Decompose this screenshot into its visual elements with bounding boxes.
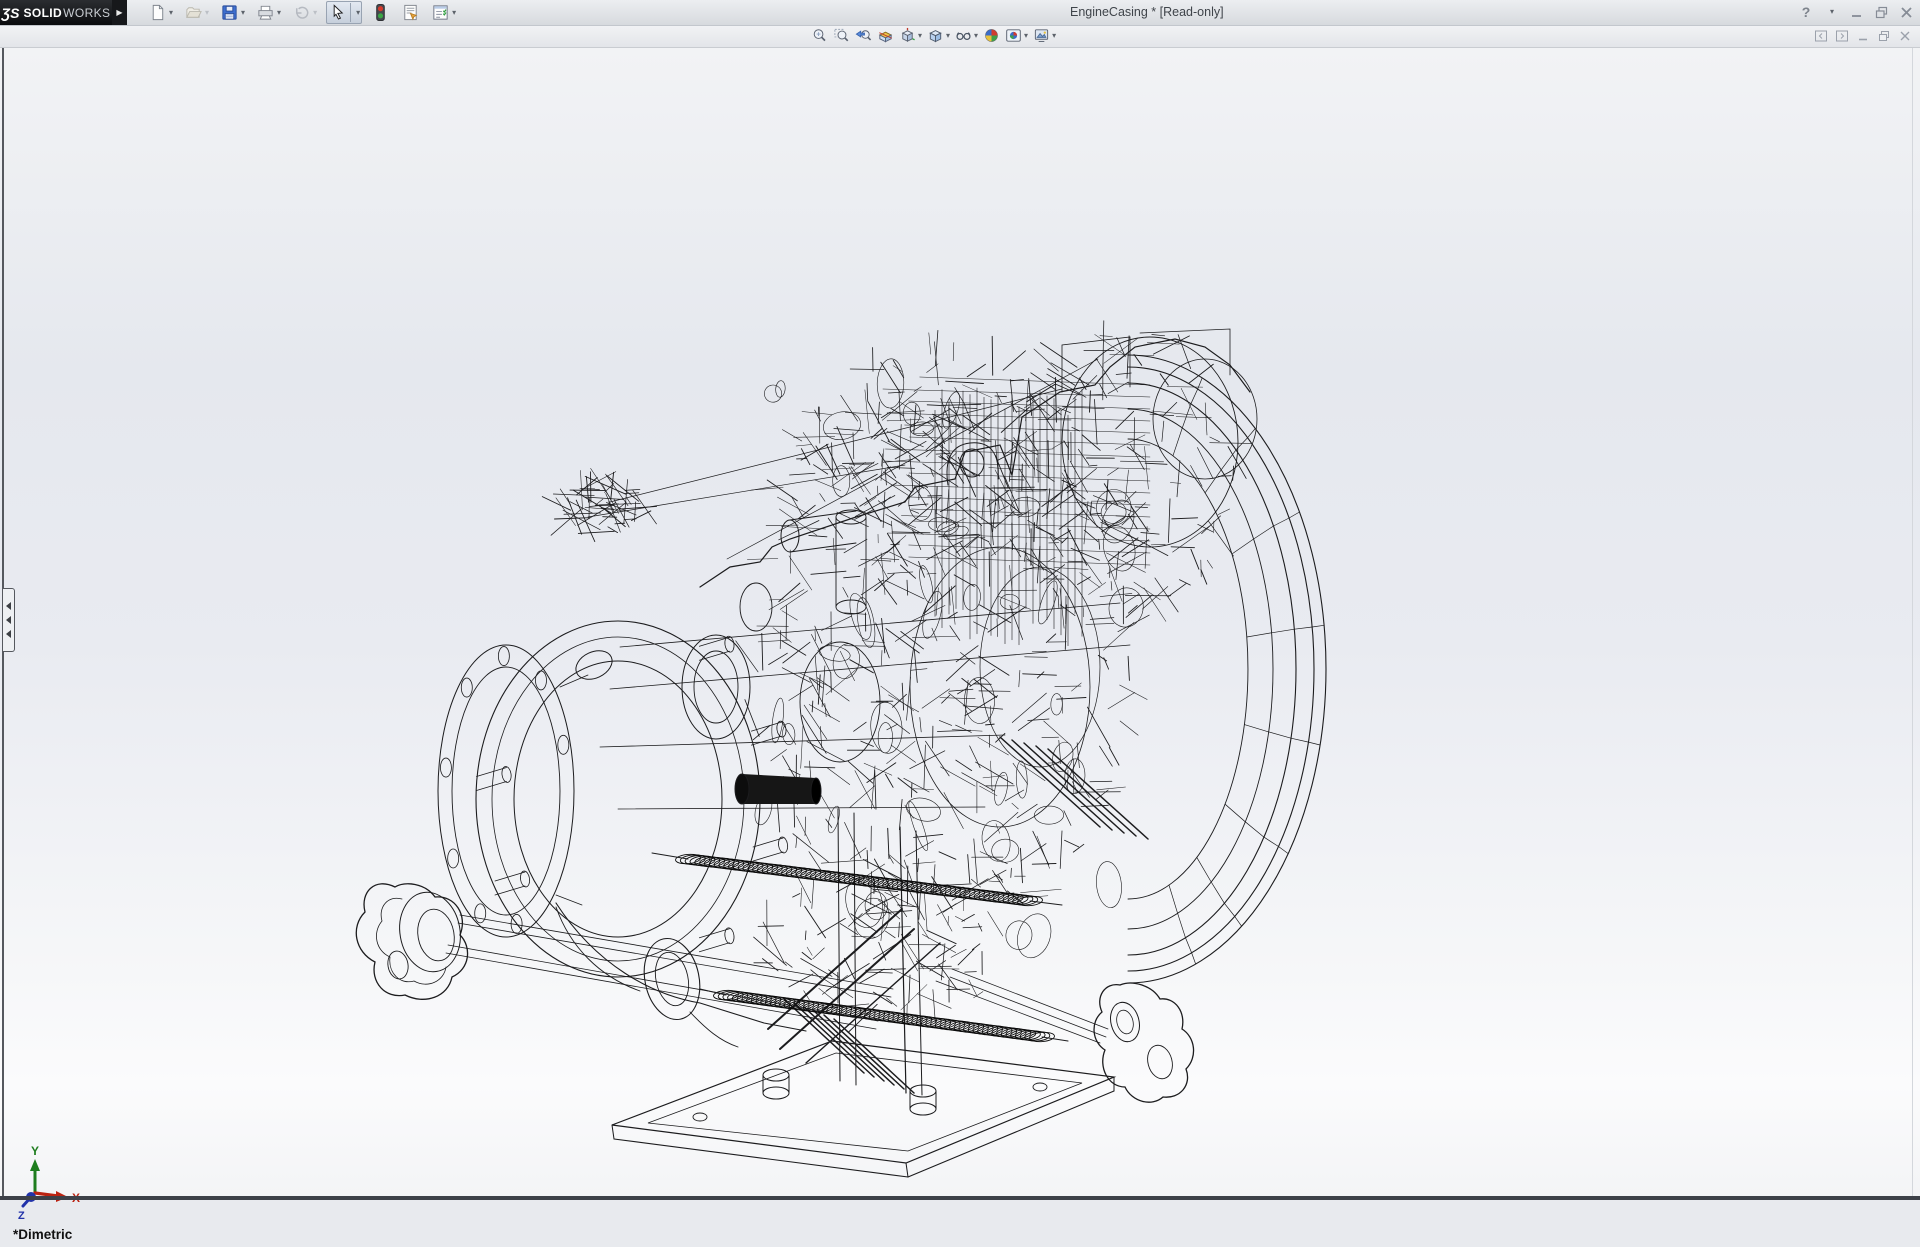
open-icon bbox=[184, 3, 203, 22]
display-style-button[interactable]: ▾ bbox=[926, 27, 951, 44]
orientation-icon bbox=[899, 27, 916, 44]
wireframe-model-engine-casing: Y X Z bbox=[0, 47, 1920, 1247]
headsup-view-toolbar: ▾ ▾ ▾ ▾ ▾ bbox=[810, 27, 1057, 44]
apply-scene-button[interactable]: ▾ bbox=[1004, 27, 1029, 44]
rebuild-icon bbox=[371, 3, 390, 22]
zoom-to-fit-button[interactable] bbox=[810, 27, 829, 44]
minimize-icon bbox=[1849, 5, 1864, 20]
rebuild-traffic-light-button[interactable] bbox=[369, 1, 392, 24]
new-document-button[interactable]: ▾ bbox=[146, 1, 175, 24]
select-icon bbox=[328, 3, 347, 22]
display-style-dropdown-caret[interactable]: ▾ bbox=[946, 32, 950, 40]
doc-close-icon bbox=[1898, 29, 1912, 43]
brand-name-light: WORKS bbox=[63, 6, 110, 20]
print-button[interactable]: ▾ bbox=[254, 1, 283, 24]
options-button[interactable]: ▾ bbox=[429, 1, 458, 24]
print-icon bbox=[256, 3, 275, 22]
view-settings-icon bbox=[1033, 27, 1050, 44]
view-orientation-dropdown-caret[interactable]: ▾ bbox=[918, 32, 922, 40]
brand-name-bold: SOLID bbox=[23, 6, 62, 20]
select-dropdown-caret[interactable]: ▾ bbox=[356, 9, 360, 17]
restore-icon bbox=[1874, 5, 1889, 20]
zoom-area-icon bbox=[833, 27, 850, 44]
previous-view-button[interactable] bbox=[854, 27, 873, 44]
undo-dropdown-caret[interactable]: ▾ bbox=[313, 9, 317, 17]
options-dropdown-caret[interactable]: ▾ bbox=[452, 9, 456, 17]
save-dropdown-caret[interactable]: ▾ bbox=[241, 9, 245, 17]
doc-restore-button[interactable] bbox=[1877, 29, 1891, 43]
help-button[interactable]: ? bbox=[1798, 3, 1814, 21]
appearance-icon bbox=[983, 27, 1000, 44]
title-bar: ƷS SOLID WORKS ▶ ▾ ▾ ▾ ▾ ▾ ▾ ▾ EngineCasing * … bbox=[0, 0, 1920, 26]
hide-show-items-dropdown-caret[interactable]: ▾ bbox=[974, 32, 978, 40]
view-settings-dropdown-caret[interactable]: ▾ bbox=[1052, 32, 1056, 40]
prev-view-icon bbox=[855, 27, 872, 44]
help-icon: ? bbox=[1802, 4, 1811, 20]
svg-text:Z: Z bbox=[18, 1210, 25, 1222]
expand-pane-icon bbox=[1835, 29, 1849, 43]
collapse-arrow-icon bbox=[6, 616, 11, 624]
open-button[interactable]: ▾ bbox=[182, 1, 211, 24]
status-bar-edge bbox=[0, 1196, 1920, 1200]
window-right-border bbox=[1912, 47, 1913, 1196]
restore-button[interactable] bbox=[1873, 3, 1889, 21]
zoom-to-area-button[interactable] bbox=[832, 27, 851, 44]
menu-flyout-arrow[interactable]: ▶ bbox=[112, 0, 127, 25]
view-orientation-button[interactable]: ▾ bbox=[898, 27, 923, 44]
ds-logo-icon: ƷS bbox=[2, 5, 20, 21]
section-view-button[interactable] bbox=[876, 27, 895, 44]
options-icon bbox=[431, 3, 450, 22]
doc-minimize-button[interactable] bbox=[1856, 29, 1870, 43]
dropdown-caret-box[interactable]: ▾ bbox=[350, 3, 360, 22]
close-button[interactable] bbox=[1898, 3, 1914, 21]
hide-show-items-button[interactable]: ▾ bbox=[954, 27, 979, 44]
save-button[interactable]: ▾ bbox=[218, 1, 247, 24]
undo-icon bbox=[292, 3, 311, 22]
help-dropdown-caret: ▾ bbox=[1830, 8, 1834, 16]
section-icon bbox=[877, 27, 894, 44]
collapse-pane-icon bbox=[1814, 29, 1828, 43]
open-dropdown-caret[interactable]: ▾ bbox=[205, 9, 209, 17]
scene-icon bbox=[1005, 27, 1022, 44]
minimize-button[interactable] bbox=[1848, 3, 1864, 21]
new-icon bbox=[148, 3, 167, 22]
collapse-arrow-icon bbox=[6, 630, 11, 638]
doc-close-button[interactable] bbox=[1898, 29, 1912, 43]
close-icon bbox=[1899, 5, 1914, 20]
expand-pane-button[interactable] bbox=[1835, 29, 1849, 43]
collapse-pane-button[interactable] bbox=[1814, 29, 1828, 43]
new-document-dropdown-caret[interactable]: ▾ bbox=[169, 9, 173, 17]
display-style-icon bbox=[927, 27, 944, 44]
help-dropdown-button[interactable]: ▾ bbox=[1823, 3, 1839, 21]
select-button[interactable]: ▾ bbox=[326, 1, 362, 24]
document-window-controls bbox=[1814, 29, 1912, 43]
feature-tree-collapsed-tab[interactable] bbox=[3, 588, 15, 652]
file-properties-icon bbox=[401, 3, 420, 22]
main-toolbar: ▾ ▾ ▾ ▾ ▾ ▾ ▾ bbox=[146, 1, 458, 24]
svg-text:Y: Y bbox=[31, 1144, 39, 1158]
doc-minimize-icon bbox=[1856, 29, 1870, 43]
window-controls: ?▾ bbox=[1798, 3, 1914, 21]
view-orientation-label: *Dimetric bbox=[13, 1227, 72, 1242]
view-settings-button[interactable]: ▾ bbox=[1032, 27, 1057, 44]
graphics-area[interactable]: Y X Z *Dimetric bbox=[0, 47, 1920, 1200]
collapse-arrow-icon bbox=[6, 602, 11, 610]
undo-button[interactable]: ▾ bbox=[290, 1, 319, 24]
save-icon bbox=[220, 3, 239, 22]
document-title: EngineCasing * [Read-only] bbox=[1070, 5, 1224, 19]
apply-scene-dropdown-caret[interactable]: ▾ bbox=[1024, 32, 1028, 40]
edit-appearance-button[interactable] bbox=[982, 27, 1001, 44]
solidworks-logo: ƷS SOLID WORKS bbox=[0, 0, 112, 25]
zoom-fit-icon bbox=[811, 27, 828, 44]
file-properties-button[interactable] bbox=[399, 1, 422, 24]
hide-show-icon bbox=[955, 27, 972, 44]
print-dropdown-caret[interactable]: ▾ bbox=[277, 9, 281, 17]
doc-restore-icon bbox=[1877, 29, 1891, 43]
